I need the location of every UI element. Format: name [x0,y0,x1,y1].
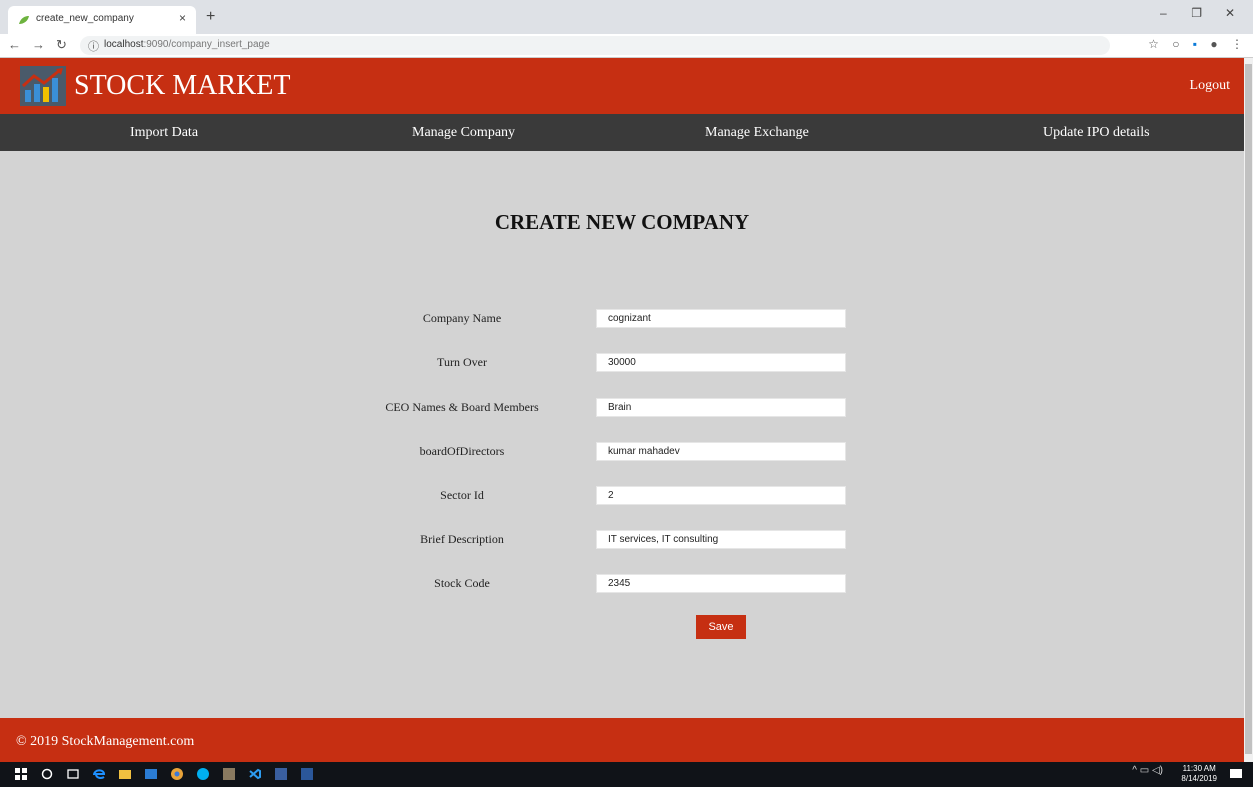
reload-icon[interactable]: ↻ [56,37,67,53]
minimize-icon[interactable]: – [1148,6,1178,20]
form-row: Brief Description IT services, IT consul… [0,530,1244,549]
extension-icon[interactable]: ○ [1172,37,1179,51]
browser-tab-bar: create_new_company × + – ❐ ✕ [0,0,1253,34]
menu-icon[interactable]: ⋮ [1231,37,1243,51]
restore-icon[interactable]: ❐ [1182,6,1212,20]
scrollbar-thumb[interactable] [1245,64,1252,754]
new-tab-button[interactable]: + [206,8,215,26]
ceo-label: CEO Names & Board Members [385,400,539,414]
main-nav: Import Data Manage Company Manage Exchan… [0,114,1244,151]
company-name-label: Company Name [422,311,502,325]
tab-title: create_new_company [36,13,134,24]
turnover-input[interactable]: 30000 [596,353,846,372]
back-icon[interactable]: ← [8,37,21,52]
leaf-icon [19,16,29,24]
window-controls: – ❐ ✕ [1148,6,1245,20]
page-title: CREATE NEW COMPANY [494,210,750,234]
bookmark-star-icon[interactable]: ☆ [1148,37,1159,51]
board-of-directors-input[interactable]: kumar mahadev [596,442,846,461]
clock[interactable]: 11:30 AM 8/14/2019 [1181,764,1217,784]
site-footer: © 2019 StockManagement.com [0,718,1244,762]
page-body: STOCK MARKET Logout Import Data Manage C… [0,58,1244,762]
company-name-input[interactable]: cognizant [596,309,846,328]
nav-update-ipo[interactable]: Update IPO details [1043,125,1150,141]
brief-description-input[interactable]: IT services, IT consulting [596,530,846,549]
url-text: localhost:9090/company_insert_page [104,39,270,50]
form-row: boardOfDirectors kumar mahadev [0,442,1244,461]
clock-date: 8/14/2019 [1181,774,1217,783]
stock-chart-logo-icon [20,66,66,106]
url-field[interactable]: ⓘ localhost:9090/company_insert_page [80,36,1110,55]
outlook-icon[interactable] [144,767,158,781]
info-icon: ⓘ [88,41,99,53]
save-button[interactable]: Save [696,615,746,639]
logout-link[interactable]: Logout [1190,78,1230,94]
form-row: Company Name cognizant [0,309,1244,328]
board-of-directors-label: boardOfDirectors [419,444,505,458]
form-row: Turn Over 30000 [0,353,1244,372]
file-explorer-icon[interactable] [118,767,132,781]
address-bar: ← → ↻ ⓘ localhost:9090/company_insert_pa… [0,34,1253,58]
windows-extension-icon[interactable]: ▪ [1193,37,1197,51]
form-row: Stock Code 2345 [0,574,1244,593]
sector-id-label: Sector Id [440,488,484,502]
skype-icon[interactable] [196,767,210,781]
tab-close-icon[interactable]: × [179,11,186,25]
clock-time: 11:30 AM [1182,764,1216,773]
stock-code-label: Stock Code [434,576,490,590]
task-view-icon[interactable] [66,767,80,781]
app-icon[interactable] [222,767,236,781]
windows-start-icon[interactable] [14,767,28,781]
stock-code-input[interactable]: 2345 [596,574,846,593]
word-icon[interactable] [300,767,314,781]
notification-icon[interactable] [1229,767,1243,781]
chrome-icon[interactable] [170,767,184,781]
close-window-icon[interactable]: ✕ [1215,6,1245,20]
brand-title[interactable]: STOCK MARKET [74,70,291,102]
nav-manage-company[interactable]: Manage Company [412,125,515,141]
nav-import-data[interactable]: Import Data [130,125,198,141]
browser-extensions: ☆ ○ ▪ ● ⋮ [1138,37,1243,51]
sector-id-input[interactable]: 2 [596,486,846,505]
form-row: Sector Id 2 [0,486,1244,505]
profile-icon[interactable]: ● [1210,37,1217,51]
app-icon[interactable] [274,767,288,781]
turnover-label: Turn Over [437,355,487,369]
taskbar: ^ ▭ ◁) 11:30 AM 8/14/2019 [0,762,1253,787]
brief-description-label: Brief Description [420,532,504,546]
browser-tab[interactable]: create_new_company × [8,6,196,34]
edge-browser-icon[interactable] [92,767,106,781]
search-icon[interactable] [40,767,54,781]
vscode-icon[interactable] [248,767,262,781]
page-scrollbar[interactable] [1244,58,1253,762]
forward-icon[interactable]: → [32,37,45,52]
system-tray-icons[interactable]: ^ ▭ ◁) [1132,765,1163,776]
form-row: CEO Names & Board Members Brain [0,398,1244,417]
copyright-text: © 2019 StockManagement.com [16,734,195,749]
ceo-input[interactable]: Brain [596,398,846,417]
site-header: STOCK MARKET Logout [0,58,1244,114]
nav-manage-exchange[interactable]: Manage Exchange [705,125,809,141]
